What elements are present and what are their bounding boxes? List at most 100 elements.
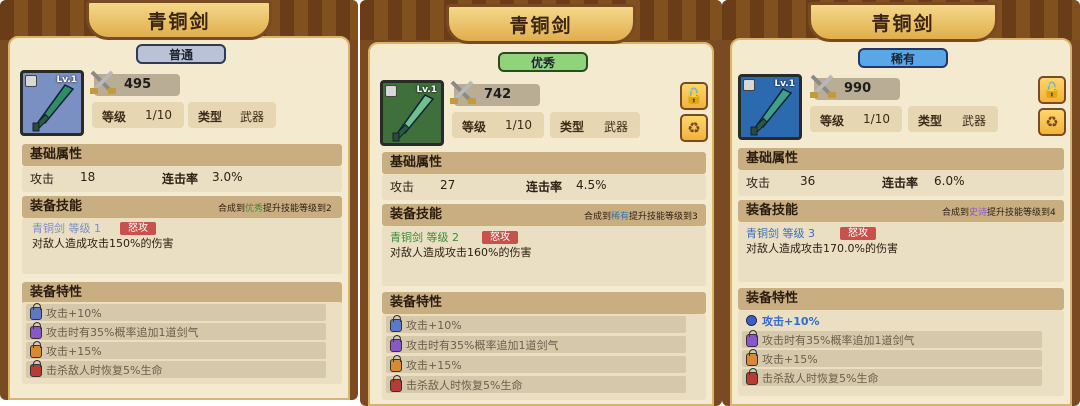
- traits-header: 装备特性: [738, 288, 1064, 310]
- type-stat: 类型 武器: [908, 106, 998, 132]
- level-value: 1/10: [145, 108, 172, 122]
- combo-label: 连击率: [162, 172, 199, 186]
- skill-description: 对敌人造成攻击150%的伤害: [32, 237, 174, 250]
- recycle-button[interactable]: ♻: [1038, 108, 1066, 136]
- item-title: 青铜剑: [509, 14, 573, 37]
- lock-icon: [30, 303, 42, 320]
- skill-description: 对敌人造成攻击160%的伤害: [390, 246, 532, 259]
- equipment-card-common: 青铜剑 普通 Lv.1 495 等级 1/10 类型 武器 基础属性 攻击 18…: [0, 0, 358, 400]
- hint-grade: 稀有: [611, 212, 630, 222]
- lock-icon: [390, 355, 402, 372]
- trait-row: 攻击时有35%概率追加1道剑气: [26, 322, 326, 340]
- item-title-plate: 青铜剑: [446, 4, 636, 44]
- crossed-swords-icon: [450, 80, 476, 104]
- item-icon-frame[interactable]: Lv.1: [738, 74, 802, 140]
- lock-toggle-button[interactable]: 🔓: [680, 82, 708, 110]
- item-title: 青铜剑: [871, 12, 935, 35]
- trait-text: 攻击时有35%概率追加1道剑气: [46, 326, 199, 339]
- base-attributes-title: 基础属性: [390, 155, 443, 170]
- skill-name: 青铜剑 等级 1: [32, 222, 101, 235]
- type-value: 武器: [603, 120, 628, 134]
- attack-value: 18: [80, 170, 96, 184]
- level-value: 1/10: [505, 118, 532, 132]
- equipment-card-excellent: 青铜剑 优秀 Lv.1 742 等级 1/10 类型 武器 🔓 ♻ 基础属性 攻…: [360, 0, 722, 406]
- item-icon-frame[interactable]: Lv.1: [380, 80, 444, 146]
- base-attributes-title: 基础属性: [30, 147, 83, 162]
- trait-row: 攻击时有35%概率追加1道剑气: [386, 335, 686, 353]
- lock-icon: [746, 368, 758, 385]
- level-label: 等级: [102, 110, 127, 124]
- skill-upgrade-hint: 合成到史诗提升技能等级到4: [942, 205, 1056, 218]
- power-box: 495: [90, 70, 180, 96]
- lock-icon: [746, 349, 758, 366]
- rarity-label: 普通: [168, 47, 193, 62]
- recycle-button[interactable]: ♻: [680, 114, 708, 142]
- skill-upgrade-hint: 合成到稀有提升技能等级到3: [584, 209, 698, 222]
- trait-row: 攻击时有35%概率追加1道剑气: [742, 330, 1042, 348]
- hint-prefix: 合成到: [942, 208, 970, 218]
- hint-suffix: 提升技能等级到3: [629, 212, 698, 222]
- type-value: 武器: [239, 110, 264, 124]
- attack-value: 27: [440, 178, 456, 192]
- trait-row: 攻击+10%: [26, 303, 326, 321]
- recycle-icon: ♻: [687, 119, 701, 137]
- combo-value: 4.5%: [576, 178, 607, 192]
- power-value: 990: [844, 81, 872, 96]
- item-icon-frame[interactable]: Lv.1: [20, 70, 84, 136]
- combo-label: 连击率: [882, 176, 919, 190]
- trait-row: 击杀敌人时恢复5%生命: [742, 368, 1042, 386]
- active-trait-icon: [746, 315, 757, 326]
- item-title-plate: 青铜剑: [808, 2, 998, 42]
- sword-icon: [392, 94, 435, 142]
- combo-value: 6.0%: [934, 174, 965, 188]
- skill-name: 青铜剑 等级 2: [390, 231, 459, 244]
- unlock-icon: 🔓: [684, 87, 704, 105]
- level-stat: 等级 1/10: [452, 112, 544, 138]
- sword-icon: [750, 88, 793, 136]
- rarity-badge: 稀有: [858, 48, 948, 68]
- type-label: 类型: [918, 114, 943, 128]
- hint-suffix: 提升技能等级到4: [987, 208, 1056, 218]
- lock-icon: [390, 315, 402, 332]
- combo-value: 3.0%: [212, 170, 243, 184]
- level-label: 等级: [462, 120, 487, 134]
- power-value: 742: [484, 87, 512, 102]
- type-value: 武器: [961, 114, 986, 128]
- skill-upgrade-hint: 合成到优秀提升技能等级到2: [218, 201, 332, 214]
- level-stat: 等级 1/10: [810, 106, 902, 132]
- power-box: 990: [810, 74, 900, 100]
- trait-row: 攻击+15%: [742, 349, 1042, 367]
- lock-icon: [390, 375, 402, 392]
- trait-text: 击杀敌人时恢复5%生命: [762, 372, 879, 385]
- unlock-icon: 🔓: [1042, 81, 1062, 99]
- type-label: 类型: [560, 120, 585, 134]
- trait-text: 攻击+15%: [406, 359, 462, 372]
- rarity-badge: 优秀: [498, 52, 588, 72]
- lock-icon: [390, 335, 402, 352]
- lock-toggle-button[interactable]: 🔓: [1038, 76, 1066, 104]
- attack-value: 36: [800, 174, 816, 188]
- crossed-swords-icon: [810, 74, 836, 98]
- trait-text: 攻击时有35%概率追加1道剑气: [762, 334, 915, 347]
- traits-header: 装备特性: [22, 282, 342, 304]
- item-title: 青铜剑: [147, 10, 211, 33]
- skill-tag: 怒攻: [120, 222, 156, 235]
- power-value: 495: [124, 77, 152, 92]
- trait-text: 击杀敌人时恢复5%生命: [46, 364, 163, 377]
- equip-skill-title: 装备技能: [746, 203, 799, 218]
- level-value: 1/10: [863, 112, 890, 126]
- level-label: 等级: [820, 114, 845, 128]
- equip-skill-title: 装备技能: [390, 207, 443, 222]
- trait-text: 攻击+15%: [762, 353, 818, 366]
- lock-icon: [746, 330, 758, 347]
- type-stat: 类型 武器: [188, 102, 276, 128]
- trait-row: 攻击+15%: [26, 341, 326, 359]
- hint-grade: 优秀: [245, 204, 264, 214]
- base-attributes-header: 基础属性: [382, 152, 706, 174]
- rarity-label: 稀有: [890, 51, 915, 66]
- hint-prefix: 合成到: [218, 204, 246, 214]
- equip-skill-title: 装备技能: [30, 199, 83, 214]
- type-stat: 类型 武器: [550, 112, 640, 138]
- sword-icon: [32, 84, 75, 132]
- hint-grade: 史诗: [969, 208, 988, 218]
